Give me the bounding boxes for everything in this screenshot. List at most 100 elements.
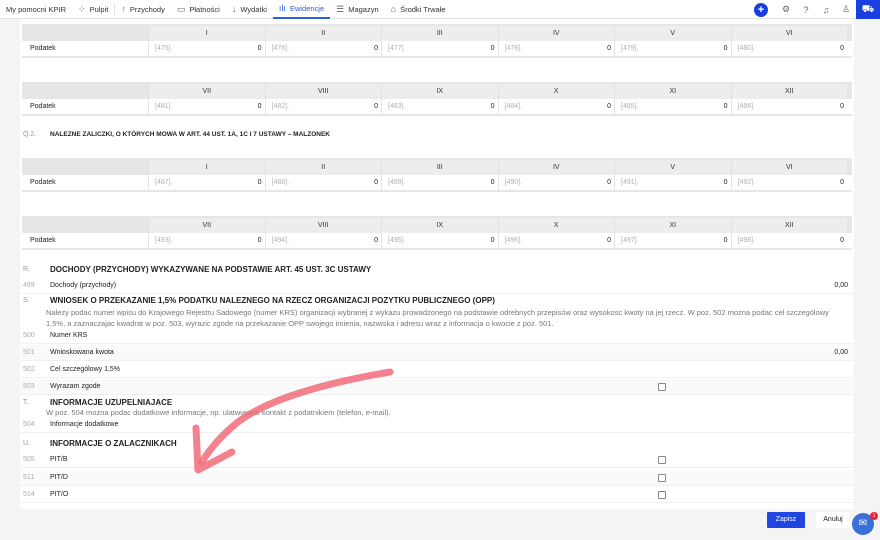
row-number: 499 (23, 282, 35, 289)
month-header: V (614, 160, 731, 175)
nav-label: Przychody (129, 4, 165, 14)
row-number: 505 (23, 456, 35, 463)
grid-header-spacer (22, 218, 148, 233)
gear-icon[interactable]: ⚙ (776, 4, 796, 15)
nav-item-magazyn[interactable]: ☰ Magazyn (330, 0, 385, 19)
bell-icon[interactable]: ♫ (816, 5, 836, 15)
tax-input[interactable]: [475]. 0 (148, 41, 265, 56)
month-header: II (264, 160, 381, 175)
month-header: IX (381, 218, 498, 233)
field-value: 0 (723, 45, 728, 52)
section-u: U. INFORMACJE O ZALACZNIKACH (20, 436, 854, 450)
additional-info-field[interactable]: Informacje dodatkowe (50, 421, 854, 428)
tax-input[interactable]: [477]. 0 (381, 41, 498, 56)
grid-header-spacer (22, 84, 148, 99)
section-title: DOCHODY (PRZYCHODY) WYKAZYWANE NA PODSTA… (50, 264, 372, 274)
tax-input[interactable]: [498]. 0 (730, 233, 848, 248)
month-header: II (264, 26, 381, 41)
pit-d-checkbox[interactable] (658, 474, 666, 482)
tax-grid-3: I II III IV V VI Podatek [487]. 0 [488]. 0… (22, 158, 852, 192)
tax-input[interactable]: [495]. 0 (381, 233, 498, 248)
field-value: 0 (490, 103, 495, 110)
help-icon[interactable]: ? (796, 5, 816, 15)
field-value: 0 (257, 179, 262, 186)
row-505: 505 PIT/B (20, 452, 854, 468)
row-number: 502 (23, 366, 35, 373)
table-row: Podatek [487]. 0 [488]. 0 [489]. 0 [490]. 0 … (22, 175, 852, 190)
tax-input[interactable]: [496]. 0 (497, 233, 615, 248)
payment-icon: ▭ (176, 3, 186, 14)
top-right-actions: + ⚙ ? ♫ ♙ ⛟ (754, 0, 880, 19)
month-header: V (614, 26, 731, 41)
row-503: 503 Wyrazam zgode (20, 379, 854, 395)
row-label: PIT/D (50, 474, 68, 481)
field-value: 0 (374, 179, 378, 186)
tax-input[interactable]: [481]. 0 (148, 99, 265, 114)
tax-input[interactable]: [490]. 0 (497, 175, 615, 190)
nav-item-srodki-trwale[interactable]: ⌂ Środki Trwałe (385, 0, 452, 19)
consent-checkbox[interactable] (658, 383, 666, 391)
section-title: INFORMACJE UZUPELNIAJACE (50, 397, 173, 407)
cart-icon[interactable]: ⛟ (856, 0, 880, 19)
tax-input[interactable]: [492]. 0 (730, 175, 848, 190)
tax-input[interactable]: [480]. 0 (730, 41, 848, 56)
nav-item-kpir[interactable]: My pomocni KPIR (0, 0, 72, 19)
nav-label: My pomocni KPIR (6, 4, 67, 14)
section-title: NALEZNE ZALICZKI, O KTÓRYCH MOWA W ART. … (50, 130, 330, 138)
tax-input[interactable]: [478]. 0 (497, 41, 615, 56)
row-label: PIT/O (50, 491, 69, 498)
field-value: 0 (723, 103, 728, 110)
amount-field[interactable]: 0,00 (834, 349, 854, 356)
nav-item-przychody[interactable]: ↑ Przychody (115, 0, 171, 19)
building-icon: ⌂ (390, 4, 397, 14)
nav-item-wydatki[interactable]: ↓ Wydatki (226, 0, 273, 19)
tax-input[interactable]: [485]. 0 (614, 99, 731, 114)
tax-input[interactable]: [483]. 0 (381, 99, 498, 114)
row-number: 500 (23, 332, 35, 339)
month-header: III (381, 160, 498, 175)
field-code: [479]. (621, 45, 639, 52)
month-header: VIII (264, 84, 381, 99)
section-s: S. WNIOSEK O PRZEKAZANIE 1,5% PODATKU NA… (20, 293, 854, 307)
section-number: T. (23, 398, 29, 406)
field-code: [486]. (737, 103, 756, 110)
tax-input[interactable]: [494]. 0 (264, 233, 382, 248)
purpose-field[interactable]: Cel szczególowy 1,5% (50, 366, 854, 373)
field-value: 0 (840, 179, 844, 186)
tax-input[interactable]: [491]. 0 (614, 175, 731, 190)
nav-item-ewidencje[interactable]: ılı Ewidencje (272, 0, 331, 19)
field-code: [478]. (504, 45, 523, 52)
month-header: I (148, 26, 265, 41)
field-value: 0 (490, 45, 495, 52)
month-header: X (497, 84, 614, 99)
krs-field[interactable]: Numer KRS (50, 332, 854, 339)
row-number: 511 (23, 474, 35, 481)
nav-item-platnosci[interactable]: ▭ Płatności (171, 0, 226, 19)
tax-input[interactable]: [479]. 0 (614, 41, 731, 56)
dashboard-icon: ⁘ (78, 3, 86, 14)
income-field[interactable]: 0,00 (834, 282, 854, 289)
tax-input[interactable]: [489]. 0 (381, 175, 498, 190)
nav-item-pulpit[interactable]: ⁘ Pulpit (72, 0, 114, 19)
tax-input[interactable]: [493]. 0 (148, 233, 265, 248)
cancel-button[interactable]: Anuluj (816, 512, 850, 528)
tax-input[interactable]: [486]. 0 (730, 99, 848, 114)
month-header: I (148, 160, 265, 175)
field-value: 0 (607, 103, 611, 110)
pit-b-checkbox[interactable] (658, 456, 666, 464)
nav-label: Ewidencje (289, 3, 325, 13)
pit-o-checkbox[interactable] (658, 491, 666, 499)
tax-input[interactable]: [484]. 0 (497, 99, 615, 114)
add-button[interactable]: + (754, 2, 768, 17)
tax-input[interactable]: [488]. 0 (264, 175, 382, 190)
tax-input[interactable]: [476]. 0 (264, 41, 382, 56)
tax-input[interactable]: [487]. 0 (148, 175, 265, 190)
user-icon[interactable]: ♙ (836, 4, 856, 15)
arrow-up-icon: ↑ (121, 4, 126, 14)
month-header: XI (614, 218, 731, 233)
field-code: [480]. (737, 45, 756, 52)
tax-input[interactable]: [482]. 0 (264, 99, 382, 114)
save-button[interactable]: Zapisz (767, 512, 805, 528)
field-code: [477]. (388, 45, 406, 52)
tax-input[interactable]: [497]. 0 (614, 233, 731, 248)
